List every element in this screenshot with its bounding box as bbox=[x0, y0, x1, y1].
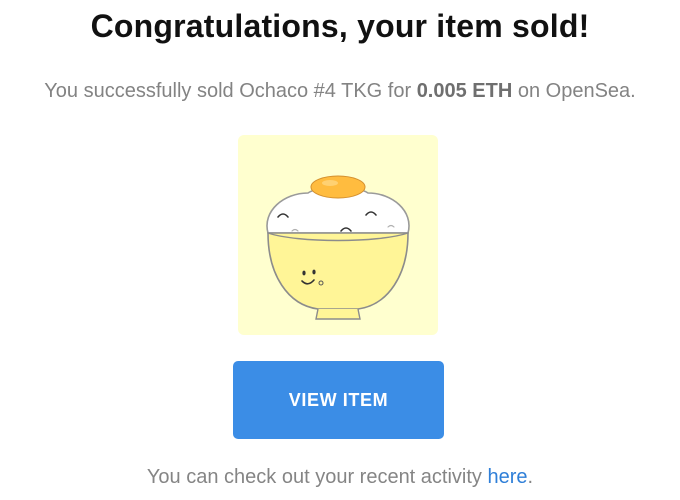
message-suffix: on OpenSea. bbox=[512, 80, 636, 102]
view-item-button[interactable]: VIEW ITEM bbox=[233, 361, 444, 439]
yolk-shine bbox=[322, 180, 338, 186]
bowl-eye-right bbox=[312, 269, 316, 275]
bowl-eye-left bbox=[302, 270, 306, 276]
footer-end: . bbox=[527, 466, 534, 488]
sale-price: 0.005 ETH bbox=[416, 80, 513, 102]
recent-activity-link[interactable]: here bbox=[487, 466, 527, 488]
message-for: for bbox=[382, 80, 417, 102]
sale-notification-email: Congratulations, your item sold! You suc… bbox=[0, 0, 680, 500]
recent-activity-note: You can check out your recent activity h… bbox=[0, 466, 680, 489]
nft-image bbox=[238, 135, 438, 335]
footer-text: You can check out your recent activity bbox=[146, 466, 488, 488]
item-name: Ochaco #4 TKG bbox=[239, 80, 383, 102]
message-prefix: You successfully sold bbox=[44, 80, 240, 102]
bowl-foot bbox=[315, 308, 361, 320]
rice-bowl-illustration bbox=[266, 175, 410, 320]
sale-message: You successfully sold Ochaco #4 TKG for … bbox=[0, 80, 680, 103]
egg-yolk bbox=[310, 175, 366, 199]
headline: Congratulations, your item sold! bbox=[90, 8, 590, 44]
bowl bbox=[267, 232, 409, 310]
